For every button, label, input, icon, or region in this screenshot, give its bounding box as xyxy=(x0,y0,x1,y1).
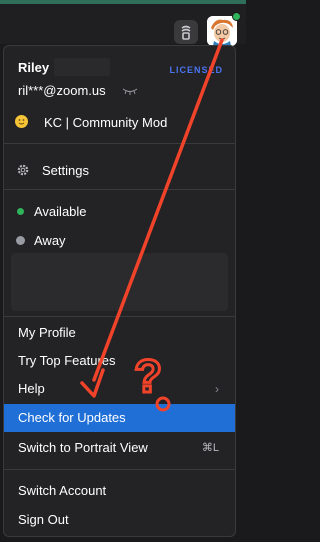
shield-icon[interactable] xyxy=(174,20,198,44)
menu-item-label: Sign Out xyxy=(18,512,69,527)
available-dot-icon xyxy=(17,208,24,215)
menu-item-sign-out[interactable]: Sign Out xyxy=(4,506,235,534)
menu-item-switch-account[interactable]: Switch Account xyxy=(4,477,235,505)
status-panel xyxy=(11,253,228,311)
menu-item-label: Help xyxy=(18,381,45,396)
divider xyxy=(4,189,235,190)
status-away[interactable]: Away xyxy=(34,233,66,249)
menu-item-try-top-features[interactable]: Try Top Features xyxy=(4,347,235,375)
menu-item-label: Check for Updates xyxy=(18,410,126,425)
gear-icon xyxy=(17,164,29,176)
divider xyxy=(4,469,235,470)
avatar[interactable] xyxy=(207,16,237,46)
menu-item-switch-to-portrait-view[interactable]: Switch to Portrait View ⌘L xyxy=(4,434,235,462)
status-available[interactable]: Available xyxy=(34,204,87,220)
top-bar xyxy=(0,0,246,46)
eyelash-icon[interactable] xyxy=(122,86,138,96)
menu-item-label: Switch to Portrait View xyxy=(18,440,148,455)
license-badge: LICENSED xyxy=(169,65,223,75)
menu-item-label: Try Top Features xyxy=(18,353,116,368)
menu-item-label: Switch Account xyxy=(18,483,107,498)
divider xyxy=(4,316,235,317)
status-message[interactable]: KC | Community Mod xyxy=(44,115,167,131)
user-name: Riley xyxy=(18,60,50,75)
menu-item-check-for-updates[interactable]: Check for Updates xyxy=(4,404,235,432)
keyboard-shortcut: ⌘L xyxy=(201,442,219,454)
away-moon-icon xyxy=(16,236,25,245)
redacted-last-name xyxy=(54,58,110,76)
chevron-right-icon: › xyxy=(215,382,219,396)
divider xyxy=(4,143,235,144)
user-email: ril***@zoom.us xyxy=(18,83,106,98)
profile-menu: Riley LICENSED ril***@zoom.us KC | Commu… xyxy=(3,45,236,537)
emoji-icon[interactable] xyxy=(15,115,28,128)
presence-indicator xyxy=(232,12,241,21)
menu-item-help[interactable]: Help › xyxy=(4,375,235,403)
settings-item[interactable]: Settings xyxy=(42,163,89,179)
menu-item-my-profile[interactable]: My Profile xyxy=(4,319,235,347)
menu-item-label: My Profile xyxy=(18,325,76,340)
